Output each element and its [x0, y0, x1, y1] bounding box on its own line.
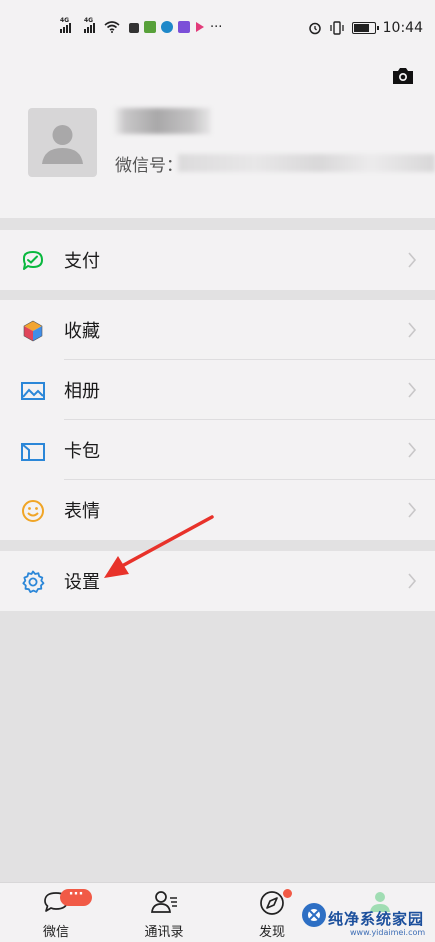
pay-section: 支付 [0, 230, 435, 290]
chevron-right-icon [408, 442, 417, 458]
discover-notification-dot [283, 889, 292, 898]
tab-contacts[interactable]: 通讯录 [129, 883, 199, 942]
app-notification-icon [178, 21, 190, 33]
tab-label-chats: 微信 [42, 925, 69, 940]
menu-item-stickers[interactable]: 表情 [0, 480, 435, 540]
menu-label-pay: 支付 [64, 251, 100, 272]
status-time: 10:44 [382, 20, 423, 36]
menu-label-settings: 设置 [64, 572, 100, 593]
tools-section: 收藏 相册 卡包 表情 [0, 300, 435, 540]
gear-icon [22, 570, 45, 593]
menu-item-album[interactable]: 相册 [0, 360, 435, 420]
blurred-nickname [113, 108, 211, 134]
menu-item-cards[interactable]: 卡包 [0, 420, 435, 480]
chevron-right-icon [408, 573, 417, 589]
menu-label-stickers: 表情 [64, 501, 100, 522]
avatar[interactable] [28, 108, 97, 177]
play-icon [196, 22, 204, 32]
contacts-icon [151, 891, 177, 913]
camera-icon[interactable] [391, 66, 415, 86]
more-notifications-icon: ··· [210, 20, 223, 35]
default-avatar-icon [42, 125, 83, 164]
wifi-icon [104, 21, 120, 33]
app-notification-icon [161, 21, 173, 33]
vibrate-icon [329, 21, 344, 35]
watermark-brand-text: 纯净系统家园 [328, 910, 425, 928]
menu-item-favorites[interactable]: 收藏 [0, 300, 435, 360]
status-bar: 4G 4G ··· 10:44 [0, 0, 435, 58]
chevron-right-icon [408, 382, 417, 398]
signal-icon: 4G [60, 17, 71, 33]
network-type-label: 4G [60, 17, 70, 24]
tab-label-discover: 发现 [258, 925, 285, 940]
card-wallet-icon [21, 443, 45, 461]
chevron-right-icon [408, 502, 417, 518]
tab-chats[interactable]: ··· 微信 [21, 883, 92, 942]
wechat-id-label: 微信号： [115, 156, 183, 176]
app-notification-icon [144, 21, 156, 33]
signal-icon-2: 4G [84, 17, 95, 33]
menu-item-settings[interactable]: 设置 [0, 551, 435, 611]
pay-icon [23, 251, 43, 270]
menu-label-cards: 卡包 [64, 441, 100, 462]
tab-label-contacts: 通讯录 [144, 925, 184, 940]
app-notification-icon [129, 23, 139, 33]
chevron-right-icon [408, 252, 417, 268]
compass-icon [260, 891, 284, 915]
watermark-url: www.yidaimei.com [350, 928, 426, 937]
network-type-label-2: 4G [84, 17, 94, 24]
chevron-right-icon [408, 322, 417, 338]
alarm-icon [308, 22, 321, 35]
album-picture-icon [21, 382, 45, 400]
battery-icon [351, 22, 379, 34]
smiley-face-icon [22, 500, 44, 522]
unread-badge: ··· [60, 888, 92, 906]
tab-discover[interactable]: 发现 [237, 883, 307, 942]
menu-item-pay[interactable]: 支付 [0, 230, 435, 290]
blurred-wechat-id [178, 154, 435, 172]
profile-header[interactable]: 微信号： [0, 58, 435, 218]
favorites-cube-icon [23, 320, 43, 342]
settings-section: 设置 [0, 551, 435, 611]
menu-label-album: 相册 [64, 381, 100, 402]
menu-label-favorites: 收藏 [64, 321, 100, 342]
